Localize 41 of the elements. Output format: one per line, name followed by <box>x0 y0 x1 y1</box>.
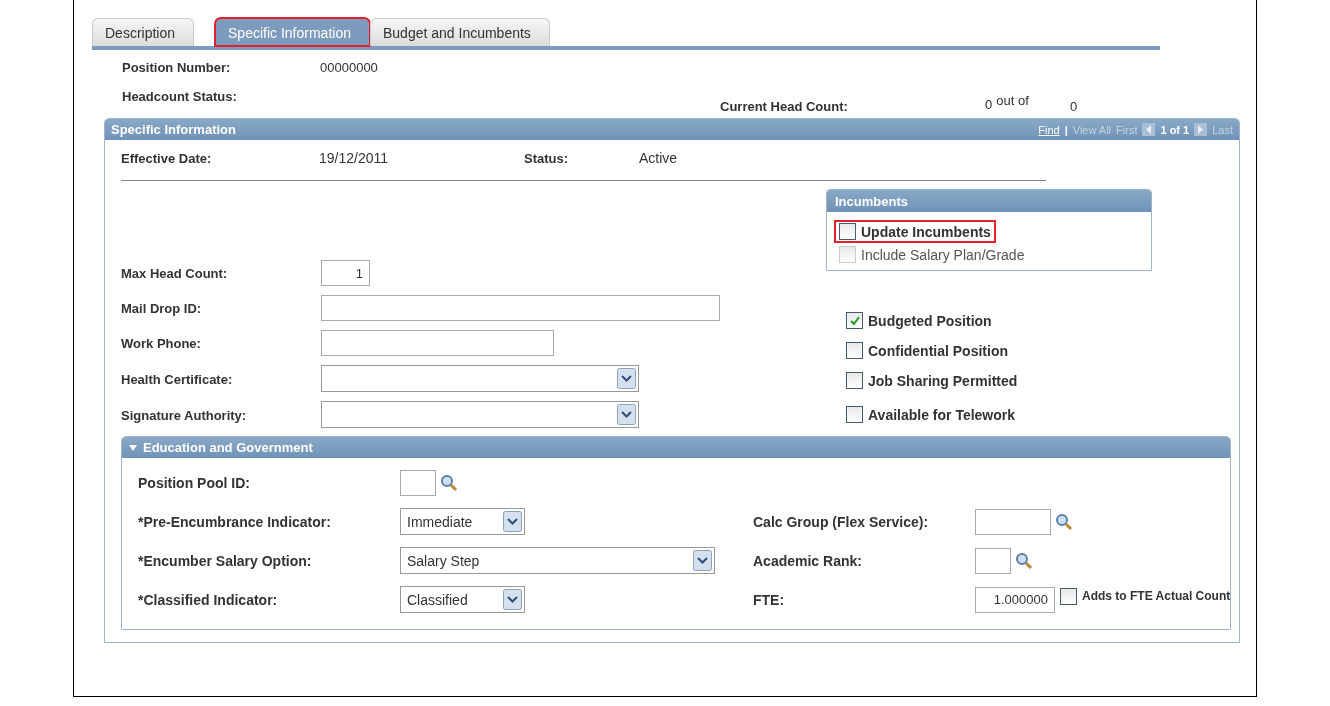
field-label: Position Pool ID: <box>138 475 251 491</box>
field-label: Status: <box>524 150 570 166</box>
field-value: 19/12/2011 <box>319 150 390 166</box>
dropdown[interactable]: Immediate <box>400 508 525 535</box>
field-label: Position Number: <box>122 60 232 75</box>
field-label: *Encumber Salary Option: <box>138 552 313 569</box>
box-title: Incumbents <box>835 193 908 209</box>
checkbox-option[interactable]: Adds to FTE Actual Count <box>1057 586 1234 606</box>
checkbox-option[interactable]: Job Sharing Permitted <box>843 371 1021 390</box>
checkbox-option[interactable]: Available for Telework <box>843 405 1019 424</box>
field-label: FTE: <box>753 591 786 608</box>
input-field[interactable]: 1 <box>321 260 370 286</box>
dropdown[interactable]: Classified <box>400 586 525 613</box>
dropdown[interactable]: Salary Step <box>400 547 715 574</box>
field-label: *Classified Indicator: <box>138 591 279 608</box>
tab[interactable]: Budget and Incumbents <box>370 18 550 46</box>
field-label: Mail Drop ID: <box>121 301 202 316</box>
field-label: Health Certificate: <box>121 371 233 387</box>
panel-title: Specific Information <box>111 122 236 137</box>
field-label: *Pre-Encumbrance Indicator: <box>138 513 332 530</box>
field-label: Effective Date: <box>121 150 213 166</box>
field-label: Headcount Status: <box>122 89 238 104</box>
checkbox-option[interactable]: Budgeted Position <box>843 311 995 330</box>
panel-title: Education and Government <box>143 440 313 455</box>
checkbox-option[interactable]: Update Incumbents <box>836 222 994 241</box>
separator: | <box>1064 123 1068 136</box>
field-label: Calc Group (Flex Service): <box>753 513 930 530</box>
field-label: Max Head Count: <box>121 266 228 281</box>
field-value: out of <box>996 93 1029 110</box>
input-field[interactable]: 1.000000 <box>975 586 1055 613</box>
field-value: 0 <box>985 96 993 112</box>
field-value: Active <box>639 150 679 166</box>
field-label: Current Head Count: <box>720 99 849 114</box>
record-count: 1 of 1 <box>1160 123 1190 136</box>
field-label: Work Phone: <box>121 336 201 351</box>
field-label: Academic Rank: <box>753 552 863 569</box>
field-label: Signature Authority: <box>121 407 247 423</box>
tab[interactable]: Description <box>92 18 195 46</box>
checkbox-option[interactable]: Confidential Position <box>843 341 1011 360</box>
field-value: 00000000 <box>320 60 379 75</box>
field-value: 0 <box>1070 99 1079 114</box>
